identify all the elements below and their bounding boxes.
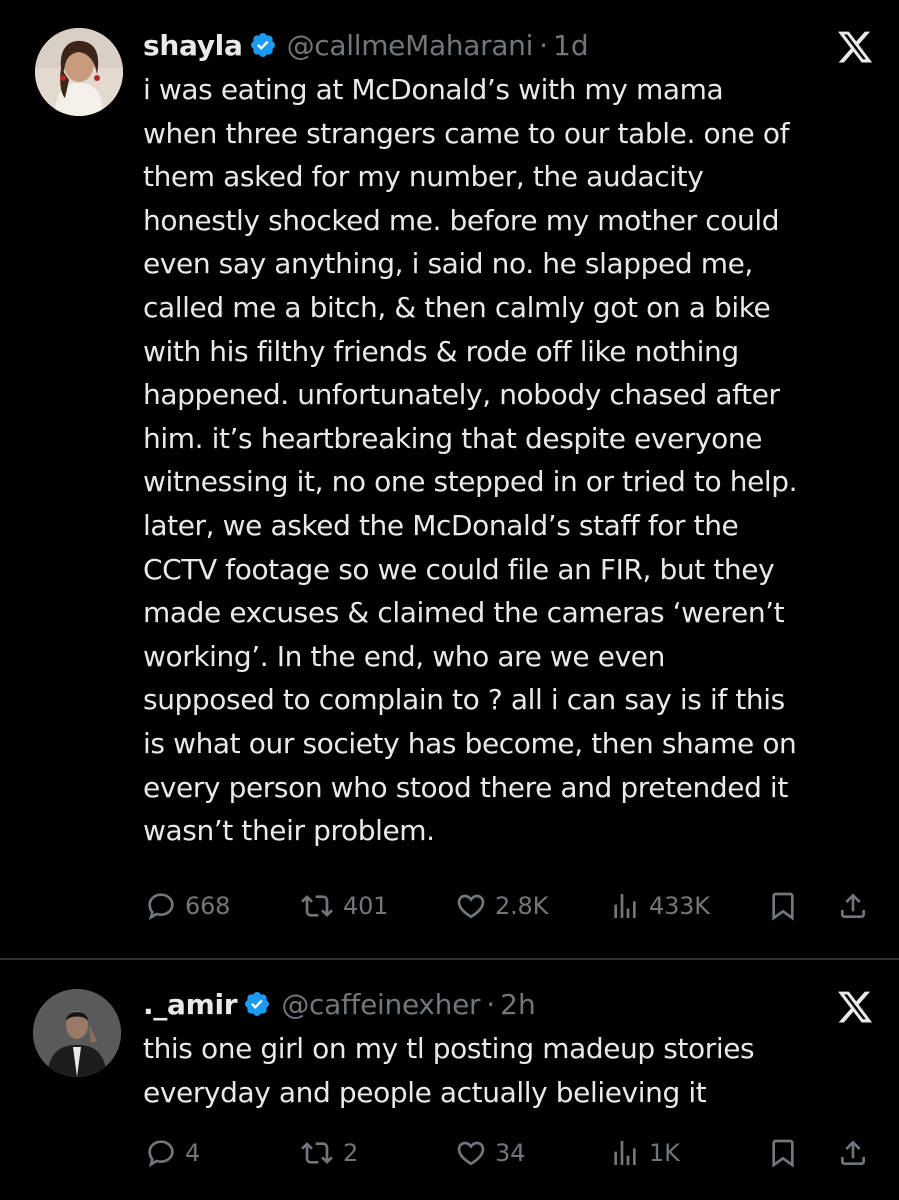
- reply-icon: [148, 893, 174, 921]
- reply-icon: [148, 1140, 174, 1168]
- repost-button[interactable]: 401: [299, 886, 388, 926]
- share-button[interactable]: [837, 886, 869, 926]
- tweet-header: shayla @callmeMaharani · 1d: [143, 24, 589, 66]
- views-count: 433K: [649, 892, 710, 920]
- reply-count: 4: [185, 1139, 201, 1167]
- tweet-text: this one girl on my tl posting madeup st…: [143, 1032, 755, 1109]
- reply-button[interactable]: 4: [145, 1133, 200, 1173]
- views-icon: [614, 894, 636, 918]
- tweet-text: i was eating at McDonald’s with my mama …: [143, 73, 798, 848]
- separator-dot: ·: [539, 28, 549, 62]
- heart-icon: [457, 894, 485, 919]
- verified-badge-icon: [250, 33, 275, 57]
- avatar[interactable]: [35, 28, 123, 116]
- like-count: 2.8K: [495, 892, 549, 920]
- x-logo-icon: [837, 991, 873, 1023]
- display-name[interactable]: ._amir: [143, 988, 238, 1021]
- reply-count: 668: [185, 892, 231, 920]
- share-button[interactable]: [837, 1133, 869, 1173]
- tweet[interactable]: ._amir @caffeinexher · 2h this one girl …: [0, 960, 899, 1200]
- share-icon: [841, 1140, 865, 1165]
- bookmark-button[interactable]: [767, 1133, 799, 1173]
- timestamp[interactable]: 2h: [500, 988, 536, 1021]
- like-count: 34: [495, 1139, 526, 1167]
- views-button[interactable]: 1K: [609, 1133, 680, 1173]
- views-icon: [614, 1141, 636, 1165]
- avatar[interactable]: [33, 989, 121, 1077]
- repost-count: 401: [343, 892, 389, 920]
- repost-button[interactable]: 2: [299, 1133, 358, 1173]
- verified-badge-icon: [245, 992, 270, 1016]
- tweet-header: ._amir @caffeinexher · 2h: [143, 983, 536, 1025]
- reply-button[interactable]: 668: [145, 886, 230, 926]
- repost-icon: [301, 895, 333, 917]
- display-name[interactable]: shayla: [143, 29, 243, 62]
- x-logo-icon: [837, 31, 873, 63]
- share-icon: [841, 893, 865, 918]
- like-button[interactable]: 2.8K: [455, 886, 548, 926]
- handle[interactable]: @callmeMaharani: [287, 29, 534, 62]
- screenshot: shayla @callmeMaharani · 1d i was eating…: [0, 0, 899, 1200]
- bookmark-icon: [772, 892, 794, 921]
- heart-icon: [457, 1141, 485, 1166]
- separator-dot: ·: [486, 987, 496, 1021]
- timestamp[interactable]: 1d: [553, 29, 589, 62]
- like-button[interactable]: 34: [455, 1133, 525, 1173]
- views-button[interactable]: 433K: [609, 886, 710, 926]
- handle[interactable]: @caffeinexher: [281, 988, 480, 1021]
- views-count: 1K: [649, 1139, 680, 1167]
- tweet[interactable]: shayla @callmeMaharani · 1d i was eating…: [0, 0, 899, 958]
- repost-icon: [301, 1142, 333, 1164]
- bookmark-icon: [772, 1139, 794, 1168]
- repost-count: 2: [343, 1139, 359, 1167]
- bookmark-button[interactable]: [767, 886, 799, 926]
